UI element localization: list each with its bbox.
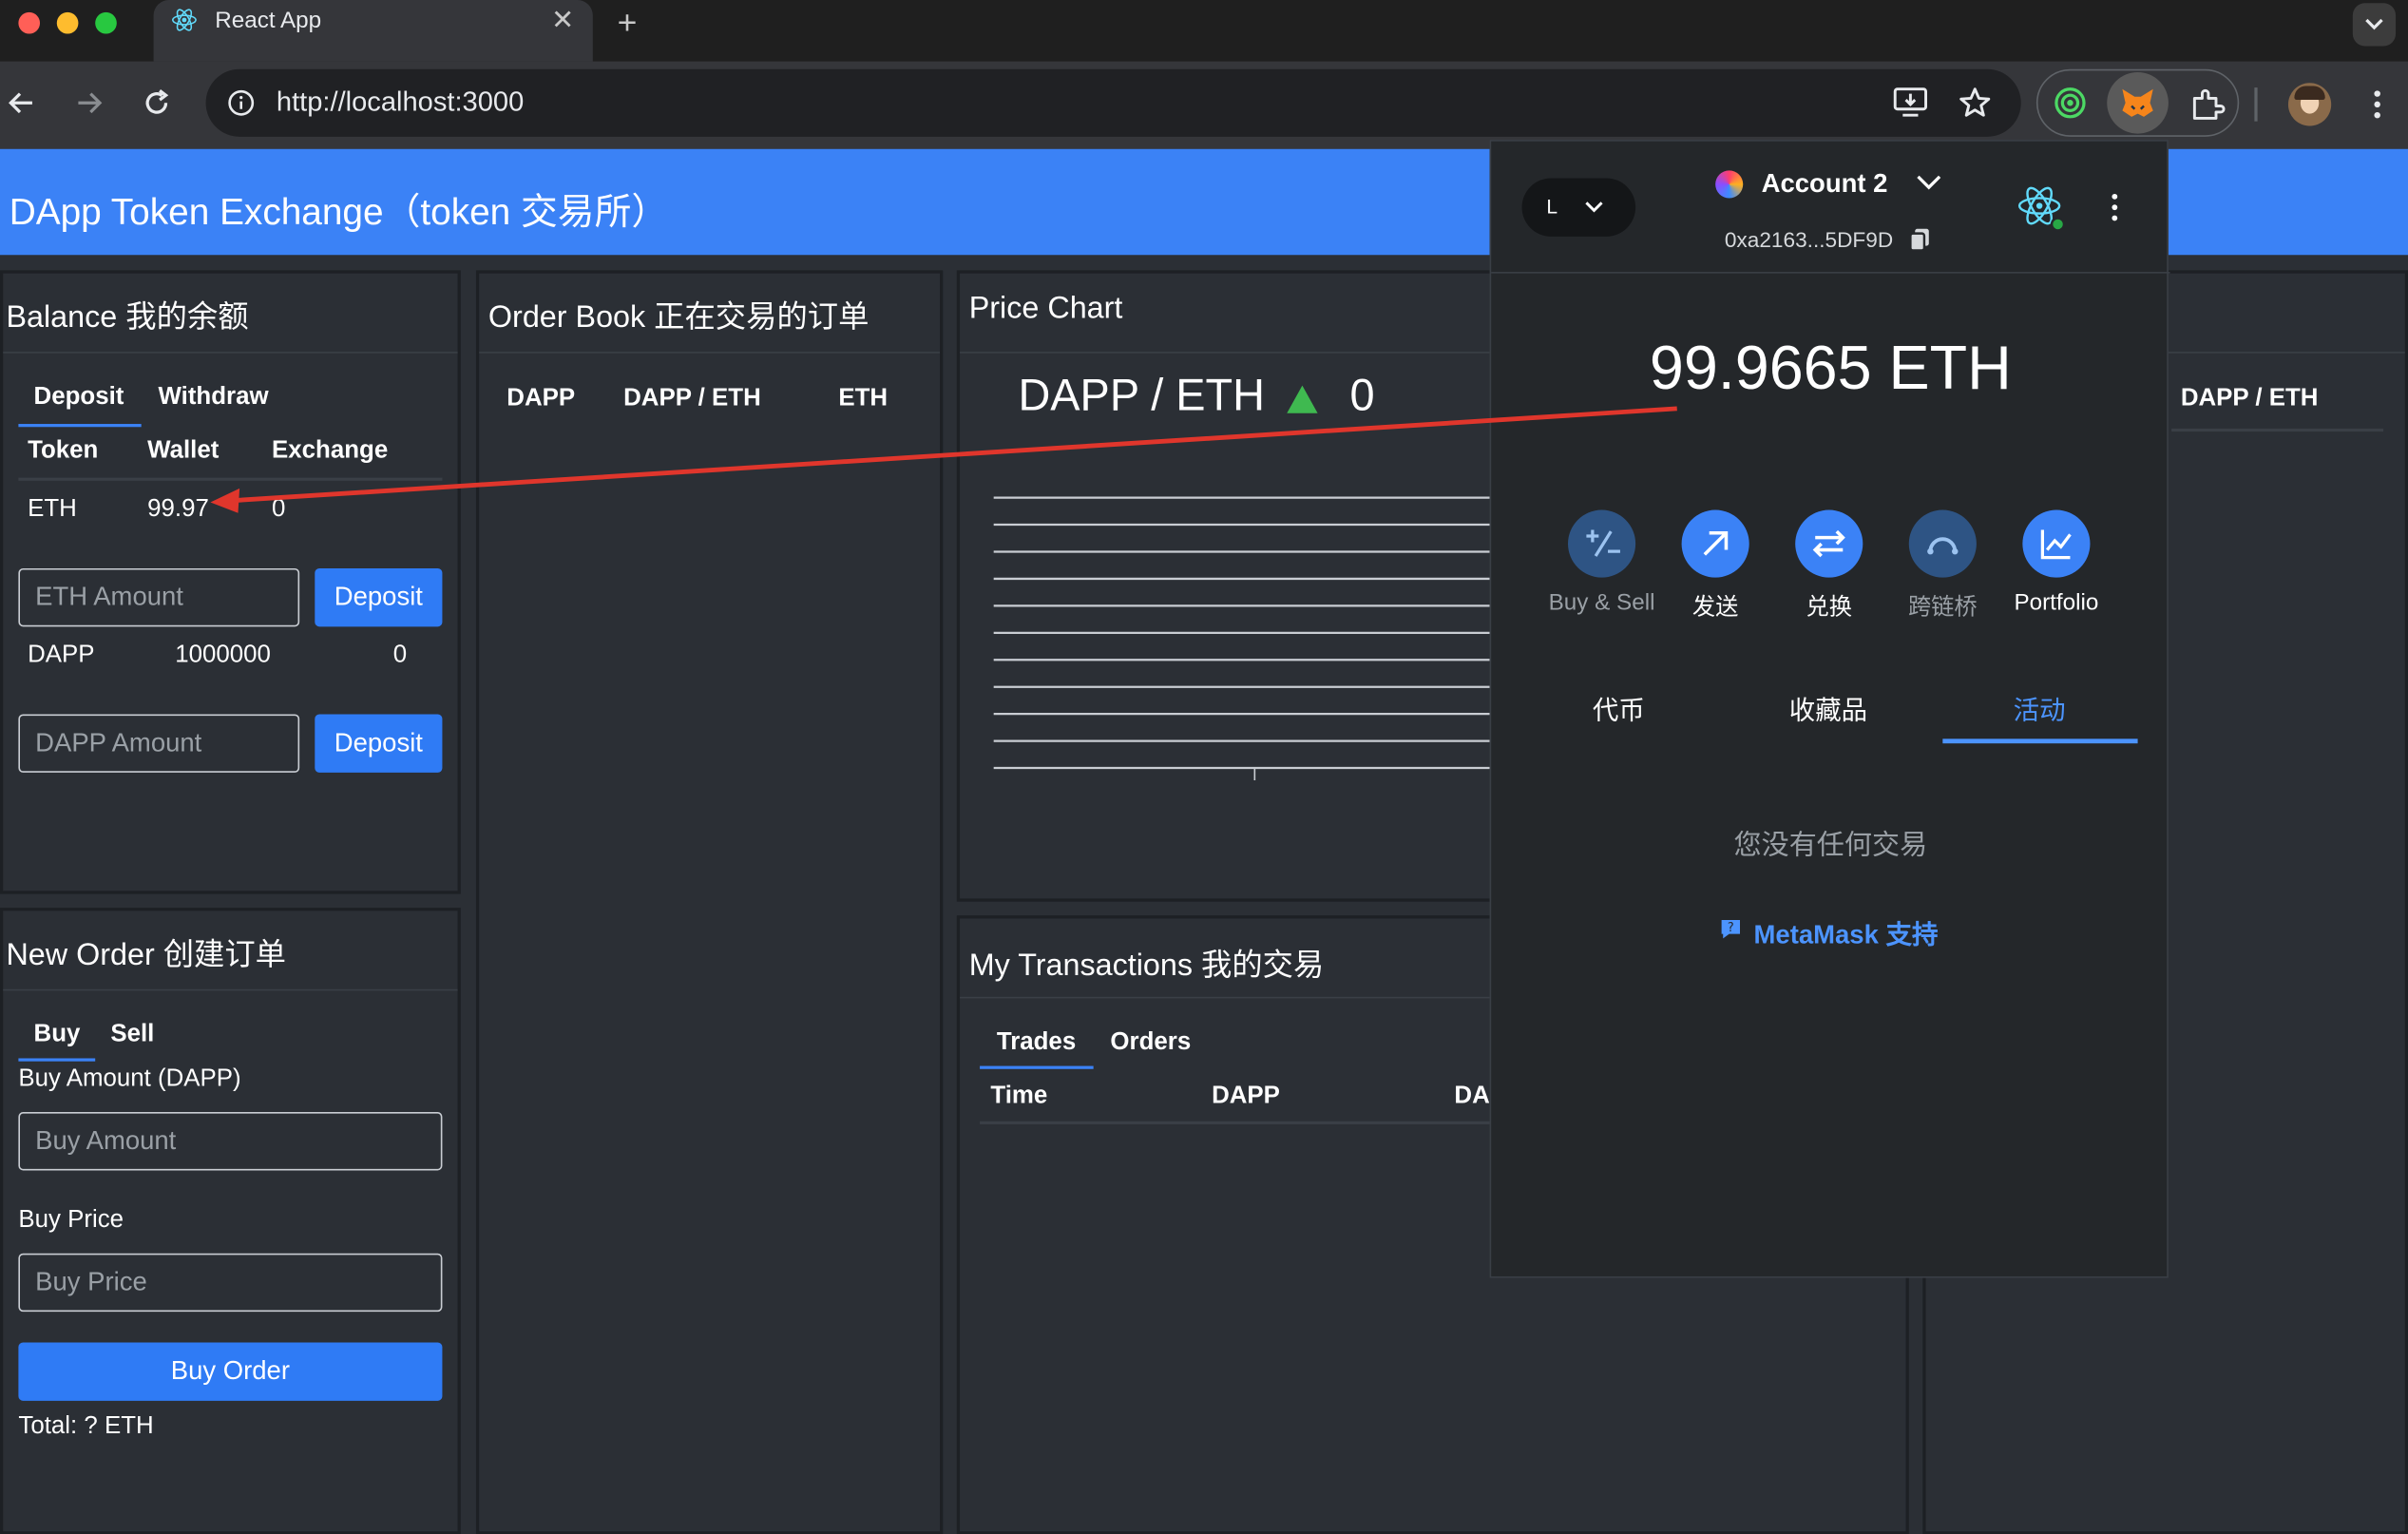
- screen: React App ✕ + http://localhost:3000 DApp…: [0, 0, 2408, 1534]
- annotation-arrow: [210, 406, 1677, 513]
